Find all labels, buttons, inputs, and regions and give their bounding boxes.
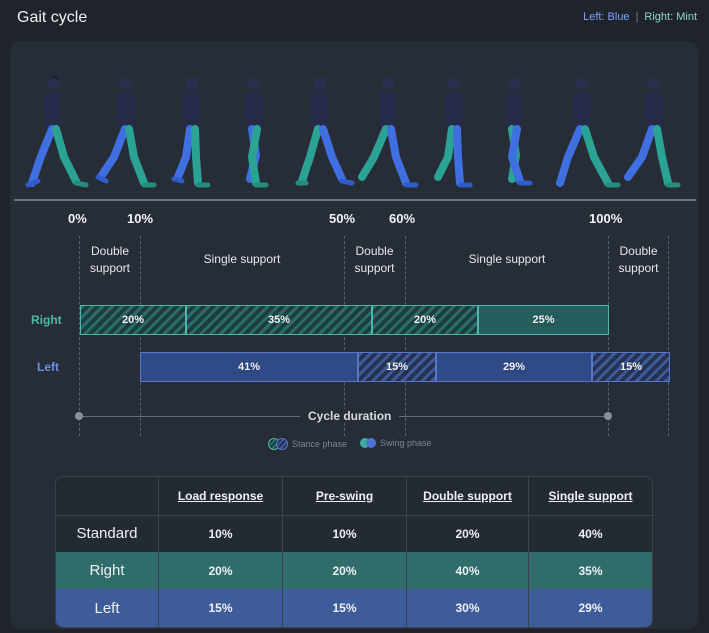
pct-marker-60: 60% bbox=[389, 211, 416, 226]
phase-label-line: support bbox=[89, 261, 131, 275]
pct-marker-10: 10% bbox=[127, 211, 154, 226]
divider-0 bbox=[79, 236, 80, 436]
legend-right: Right: Mint bbox=[644, 11, 697, 23]
table-cell: 40% bbox=[578, 526, 603, 541]
walker-figure-6 bbox=[358, 77, 419, 188]
phase-single-support-2: Single support bbox=[468, 252, 546, 266]
swing-swatch-icon bbox=[366, 438, 376, 448]
phase-label-line: Double bbox=[355, 244, 394, 258]
segment-value: 15% bbox=[385, 361, 409, 373]
cycle-end-dot bbox=[604, 412, 612, 420]
legend-separator: | bbox=[635, 11, 639, 23]
table-header-row: Load response Pre-swing Double support S… bbox=[56, 477, 652, 516]
segment-value: 29% bbox=[502, 361, 526, 373]
left-segment-1: 41% bbox=[140, 352, 358, 382]
walker-figure-10 bbox=[624, 77, 681, 188]
table-header-cell: Single support bbox=[548, 489, 633, 503]
divider-110 bbox=[668, 236, 669, 436]
walking-figures-illustration bbox=[25, 75, 681, 188]
table-row-label: Right bbox=[56, 552, 159, 589]
segment-value: 15% bbox=[619, 361, 643, 373]
phase-double-support-3: Double support bbox=[610, 243, 667, 277]
phase-label-line: support bbox=[354, 261, 395, 275]
divider-10 bbox=[140, 236, 141, 436]
walker-figure-5 bbox=[295, 77, 355, 186]
cycle-duration-label: Cycle duration bbox=[300, 409, 400, 423]
phase-label-line: Double bbox=[90, 244, 130, 258]
color-legend: Left: Blue | Right: Mint bbox=[583, 11, 697, 23]
table-cell: 20% bbox=[283, 552, 407, 589]
table-row-label: Left bbox=[56, 589, 159, 627]
ground-line bbox=[14, 199, 696, 201]
stance-legend-label: Stance phase bbox=[292, 439, 348, 449]
segment-value: 35% bbox=[267, 314, 291, 326]
table-header-cell: Load response bbox=[159, 477, 283, 515]
row-label-left: Left bbox=[37, 360, 59, 374]
table-row: Right 20% 20% 40% 35% bbox=[56, 552, 652, 589]
divider-60 bbox=[405, 236, 406, 436]
table-header-cell bbox=[56, 477, 159, 515]
stance-swatch-icon bbox=[276, 438, 288, 450]
row-label-right: Right bbox=[31, 313, 62, 327]
phase-label-line: support bbox=[618, 261, 659, 275]
table-row: Standard 10% 10% 20% 40% bbox=[56, 515, 652, 552]
right-segment-3: 20% bbox=[372, 305, 478, 335]
cycle-start-dot bbox=[75, 412, 83, 420]
left-segment-2: 15% bbox=[358, 352, 436, 382]
divider-50 bbox=[344, 236, 345, 436]
pct-marker-100: 100% bbox=[589, 211, 623, 226]
divider-100 bbox=[608, 236, 609, 436]
swing-legend-label: Swing phase bbox=[380, 438, 432, 448]
segment-value: 25% bbox=[532, 314, 555, 326]
walker-figure-8 bbox=[505, 77, 533, 186]
walker-figure-3 bbox=[171, 77, 211, 188]
walker-figure-2 bbox=[95, 77, 157, 188]
table-cell: 10% bbox=[283, 515, 407, 552]
legend-left: Left: Blue bbox=[583, 11, 630, 23]
table-header-cell: Pre-swing bbox=[283, 477, 407, 515]
table-cell: 29% bbox=[578, 601, 603, 615]
gait-comparison-table: Load response Pre-swing Double support S… bbox=[55, 476, 653, 628]
walker-figure-4 bbox=[245, 77, 269, 188]
phase-double-support-1: Double support bbox=[82, 243, 138, 277]
segment-value: 20% bbox=[413, 314, 437, 326]
table-cell: 20% bbox=[407, 515, 529, 552]
table-cell: 40% bbox=[407, 552, 529, 589]
walker-figure-7 bbox=[434, 77, 473, 188]
segment-value: 41% bbox=[237, 361, 261, 373]
swing-legend: Swing phase bbox=[360, 438, 432, 448]
table-cell: 30% bbox=[407, 589, 529, 627]
table-cell: 20% bbox=[159, 552, 283, 589]
table-cell: 15% bbox=[159, 589, 283, 627]
stance-legend: Stance phase bbox=[268, 438, 347, 450]
walker-figure-9 bbox=[556, 77, 621, 188]
pct-marker-0: 0% bbox=[68, 211, 87, 226]
page-title: Gait cycle bbox=[17, 9, 88, 26]
phase-single-support-1: Single support bbox=[203, 252, 281, 266]
right-segment-1: 20% bbox=[80, 305, 186, 335]
left-segment-3: 29% bbox=[436, 352, 592, 382]
table-header-cell: Double support bbox=[407, 477, 529, 515]
table-cell: 35% bbox=[578, 563, 603, 578]
walker-figure-1 bbox=[25, 75, 89, 188]
right-segment-4: 25% bbox=[478, 305, 609, 335]
right-segment-2: 35% bbox=[186, 305, 372, 335]
table-row: Left 15% 15% 30% 29% bbox=[56, 589, 652, 627]
phase-label-line: Double bbox=[619, 244, 658, 258]
pct-marker-50: 50% bbox=[329, 211, 356, 226]
left-segment-4: 15% bbox=[592, 352, 670, 382]
table-cell: 15% bbox=[283, 589, 407, 627]
segment-value: 20% bbox=[121, 314, 145, 326]
phase-double-support-2: Double support bbox=[346, 243, 403, 277]
table-row-label: Standard bbox=[56, 515, 159, 552]
table-cell: 10% bbox=[159, 515, 283, 552]
